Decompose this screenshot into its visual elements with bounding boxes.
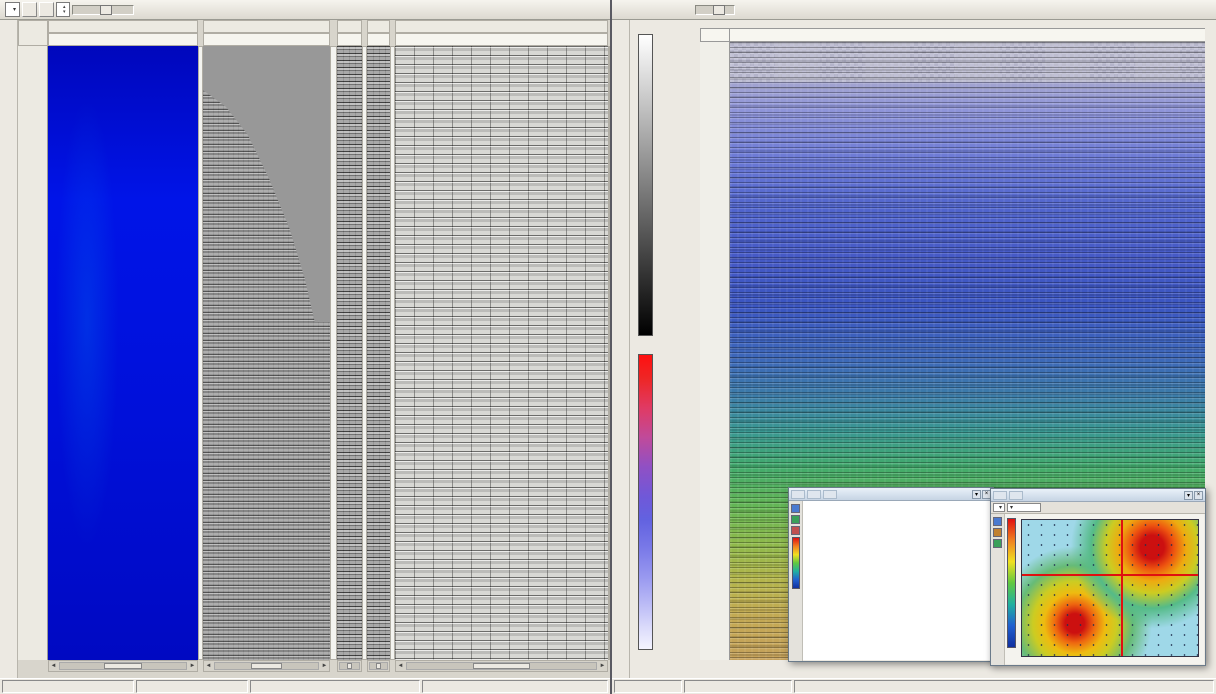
cmp-axis-ticks [730, 28, 1205, 42]
f3d-mini-colorbar [792, 537, 800, 589]
seismic-section-window: ▾ × ▾ × [612, 0, 1216, 694]
spinner-icon[interactable]: ▴▾ [63, 5, 66, 15]
cdp-slider[interactable] [72, 5, 134, 15]
amplitude-gradient-bar [638, 34, 653, 336]
axis-corner [18, 20, 48, 46]
f3d-minimize-button[interactable]: ▾ [972, 490, 981, 499]
map-crosshair-horizontal [1022, 574, 1198, 576]
line-selector-combo[interactable]: ▾ [5, 2, 20, 17]
right-toolbar [612, 0, 1216, 20]
left-status-bar [0, 678, 610, 694]
f3d-tool-icon[interactable] [791, 526, 800, 535]
cmp1-scrollbar[interactable] [337, 660, 362, 672]
slider-thumb[interactable] [713, 5, 725, 15]
rms-velocity-colorbar [632, 350, 700, 660]
amplitude-labels [657, 32, 681, 338]
fmap-tab[interactable] [1009, 491, 1023, 500]
status-amplitude [250, 680, 420, 693]
fmap-tool-icon[interactable] [993, 528, 1002, 537]
velocity-map-grid-dots [1022, 520, 1198, 656]
gather-axis-ticks [203, 33, 330, 46]
gather-panel-title [203, 20, 330, 33]
fmap-extra-combo[interactable]: ▾ [1007, 503, 1041, 512]
right-status-bar [612, 678, 1216, 694]
f3d-icon-strip [789, 501, 803, 661]
f3d-tab[interactable] [807, 490, 821, 499]
next-cdp-button[interactable] [39, 2, 54, 17]
f3d-titlebar[interactable]: ▾ × [789, 488, 993, 501]
velocity-map[interactable] [1021, 519, 1199, 657]
cmp-axis-label [700, 28, 730, 42]
fmap-titlebar[interactable]: ▾ × [991, 489, 1205, 502]
cmp2-scrollbar[interactable] [367, 660, 390, 672]
fmap-tool-icon[interactable] [993, 517, 1002, 526]
left-toolbar: ▾ ▴▾ [0, 0, 610, 20]
fmap-toolbar: ▾ ▾ [991, 502, 1205, 514]
amplitude-colorbar [632, 30, 700, 344]
right-icon-strip [612, 20, 630, 678]
f3d-canvas[interactable] [803, 501, 992, 660]
fmap-title[interactable] [993, 491, 1007, 500]
semblance-scrollbar[interactable]: ◄► [48, 660, 198, 672]
fmap-layer-combo[interactable]: ▾ [993, 503, 1005, 512]
fmap-tool-icon[interactable] [993, 539, 1002, 548]
f3d-tool-icon[interactable] [791, 504, 800, 513]
f3d-fence-graphics [803, 501, 993, 661]
chevron-down-icon: ▾ [13, 6, 16, 13]
left-icon-strip [0, 20, 18, 678]
fmap-canvas[interactable] [1005, 514, 1204, 664]
rms-labels [657, 352, 681, 652]
semblance-panel-title [48, 20, 198, 33]
slider-thumb[interactable] [100, 5, 112, 15]
cvs-scrollbar[interactable]: ◄► [395, 660, 608, 672]
transparency-slider[interactable] [695, 5, 735, 15]
floating-3d-viewer[interactable]: ▾ × [788, 487, 994, 662]
f3d-title[interactable] [791, 490, 805, 499]
fmap-colorbar [1007, 518, 1016, 648]
status-mode [422, 680, 608, 693]
time-axis [18, 46, 48, 660]
fmap-icon-strip [991, 514, 1005, 665]
app-root: ▾ ▴▾ [0, 0, 1216, 694]
f3d-tab[interactable] [823, 490, 837, 499]
status-trace [614, 680, 682, 693]
cmp1-axis-ticks [337, 33, 362, 46]
chevron-down-icon: ▾ [999, 504, 1002, 511]
cdp-field[interactable]: ▴▾ [56, 2, 70, 17]
cvs-axis-ticks [395, 33, 608, 46]
panel-separator[interactable] [608, 46, 610, 660]
semblance-axis-ticks [48, 33, 198, 46]
cvs-panel-title [395, 20, 608, 33]
status-filler [794, 680, 1214, 693]
cmp2-axis-ticks [367, 33, 390, 46]
prev-cdp-button[interactable] [22, 2, 37, 17]
status-velocity [2, 680, 134, 693]
status-time [684, 680, 792, 693]
left-overlay-graphics [48, 46, 608, 660]
cmp2-panel-title [367, 20, 390, 33]
cmp1-panel-title [337, 20, 362, 33]
status-time [136, 680, 248, 693]
fmap-minimize-button[interactable]: ▾ [1184, 491, 1193, 500]
fmap-close-button[interactable]: × [1194, 491, 1203, 500]
section-time-axis [700, 42, 730, 660]
gather-scrollbar[interactable]: ◄► [203, 660, 330, 672]
f3d-tool-icon[interactable] [791, 515, 800, 524]
rms-gradient-bar [638, 354, 653, 650]
map-crosshair-vertical [1121, 520, 1123, 656]
velocity-analysis-window: ▾ ▴▾ [0, 0, 610, 694]
analysis-panels-area: ◄► ◄► ◄► [18, 20, 610, 678]
floating-map-viewer[interactable]: ▾ × ▾ ▾ [990, 488, 1206, 666]
